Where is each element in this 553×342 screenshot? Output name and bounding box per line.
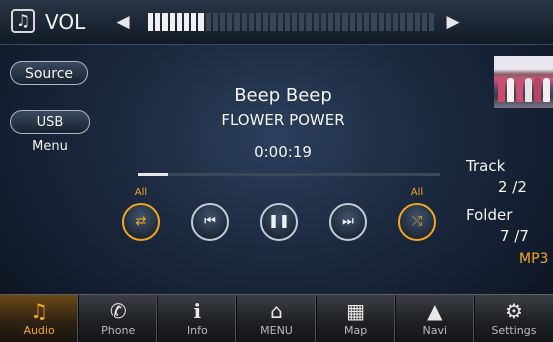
progress-fill — [138, 173, 169, 176]
volume-bar: ♫ VOL ◀ ▶ — [0, 0, 553, 45]
triangle-right-icon: ▶ — [446, 12, 460, 32]
skip-previous-icon: ⏮ — [204, 214, 216, 229]
volume-segment — [414, 13, 420, 31]
shuffle-mode-label: All — [410, 187, 424, 198]
volume-segment — [313, 13, 319, 31]
nav-item-phone[interactable]: ✆ Phone — [79, 295, 159, 342]
album-art — [494, 56, 553, 108]
nav-item-menu[interactable]: ⌂ MENU — [237, 295, 317, 342]
volume-segment — [205, 13, 211, 31]
volume-up-button[interactable]: ▶ — [440, 9, 466, 35]
volume-segment — [299, 13, 305, 31]
progress-bar[interactable] — [138, 173, 440, 176]
volume-level-track[interactable] — [148, 13, 435, 31]
nav-item-map[interactable]: ▦ Map — [317, 295, 396, 342]
volume-segment — [155, 13, 161, 31]
volume-segment — [292, 13, 298, 31]
usb-menu-button[interactable]: USB Menu — [10, 110, 90, 154]
pause-icon: ❚❚ — [268, 214, 290, 229]
nav-item-label: Map — [344, 324, 368, 337]
phone-icon: ✆ — [109, 299, 127, 323]
map-icon: ▦ — [346, 299, 366, 323]
volume-segment — [270, 13, 276, 31]
track-value: 2 /2 — [498, 178, 527, 196]
volume-segment — [184, 13, 190, 31]
volume-segment — [320, 13, 327, 31]
volume-segment — [263, 13, 269, 31]
volume-segment — [220, 13, 226, 31]
volume-segment — [248, 13, 255, 31]
volume-segment — [349, 13, 355, 31]
volume-segment — [328, 13, 334, 31]
volume-segment — [256, 13, 262, 31]
volume-segment — [241, 13, 247, 31]
volume-segment — [176, 13, 183, 31]
volume-segment — [234, 13, 240, 31]
skip-next-icon: ⏭ — [342, 214, 354, 229]
volume-segment — [356, 13, 363, 31]
music-note-icon: ♫ — [11, 9, 35, 33]
home-icon: ⌂ — [270, 299, 283, 323]
nav-item-label: Audio — [23, 324, 55, 337]
folder-value: 7 /7 — [500, 227, 529, 245]
nav-item-label: MENU — [260, 324, 293, 337]
elapsed-time: 0:00:19 — [254, 143, 312, 161]
nav-item-label: Info — [186, 324, 208, 337]
volume-segment — [306, 13, 312, 31]
volume-segment — [148, 13, 154, 31]
repeat-icon: ⇄ — [135, 214, 147, 229]
volume-segment — [169, 13, 175, 31]
triangle-left-icon: ◀ — [116, 12, 130, 32]
file-format-label: MP3 — [519, 251, 549, 267]
volume-segment — [284, 13, 291, 31]
repeat-mode-label: All — [134, 187, 148, 198]
artist-name: FLOWER POWER — [221, 111, 345, 129]
track-label: Track — [466, 157, 506, 175]
volume-segment — [335, 13, 341, 31]
volume-down-button[interactable]: ◀ — [110, 9, 136, 35]
volume-segment — [407, 13, 413, 31]
volume-label: VOL — [45, 10, 86, 34]
volume-segment — [392, 13, 399, 31]
volume-segment — [364, 13, 370, 31]
music-note-icon: ♫ — [30, 299, 49, 323]
volume-segment — [198, 13, 204, 31]
nav-item-info[interactable]: i Info — [158, 295, 238, 342]
audio-screen: ♫ VOL ◀ ▶ Source USB Menu Beep Beep FLOW… — [0, 0, 553, 342]
folder-label: Folder — [466, 206, 513, 224]
bottom-nav-bar: ♫ Audio ✆ Phone i Info ⌂ MENU ▦ Map ▲ Na… — [0, 294, 553, 342]
volume-segment — [378, 13, 384, 31]
volume-segment — [400, 13, 406, 31]
volume-segment — [162, 13, 168, 31]
volume-segment — [428, 13, 435, 31]
volume-segment — [277, 13, 283, 31]
nav-item-settings[interactable]: ⚙ Settings — [475, 295, 553, 342]
shuffle-button[interactable]: ⤮ — [398, 203, 436, 241]
info-icon: i — [193, 299, 202, 323]
nav-item-label: Navi — [422, 324, 448, 337]
shuffle-icon: ⤮ — [411, 214, 423, 229]
next-track-button[interactable]: ⏭ — [329, 203, 367, 241]
song-title: Beep Beep — [234, 85, 332, 106]
volume-segment — [342, 13, 348, 31]
navigation-arrow-icon: ▲ — [427, 299, 443, 323]
volume-segment — [371, 13, 377, 31]
volume-segment — [385, 13, 391, 31]
nav-item-navi[interactable]: ▲ Navi — [396, 295, 475, 342]
nav-item-audio[interactable]: ♫ Audio — [0, 295, 80, 342]
volume-segment — [421, 13, 427, 31]
volume-segment — [227, 13, 233, 31]
nav-item-label: Phone — [101, 324, 136, 337]
previous-track-button[interactable]: ⏮ — [191, 203, 229, 241]
volume-segment — [212, 13, 219, 31]
nav-item-label: Settings — [491, 324, 537, 337]
gear-icon: ⚙ — [504, 299, 523, 323]
volume-segment — [191, 13, 197, 31]
repeat-button[interactable]: ⇄ — [122, 203, 160, 241]
pause-button[interactable]: ❚❚ — [260, 203, 298, 241]
source-button[interactable]: Source — [10, 61, 88, 85]
